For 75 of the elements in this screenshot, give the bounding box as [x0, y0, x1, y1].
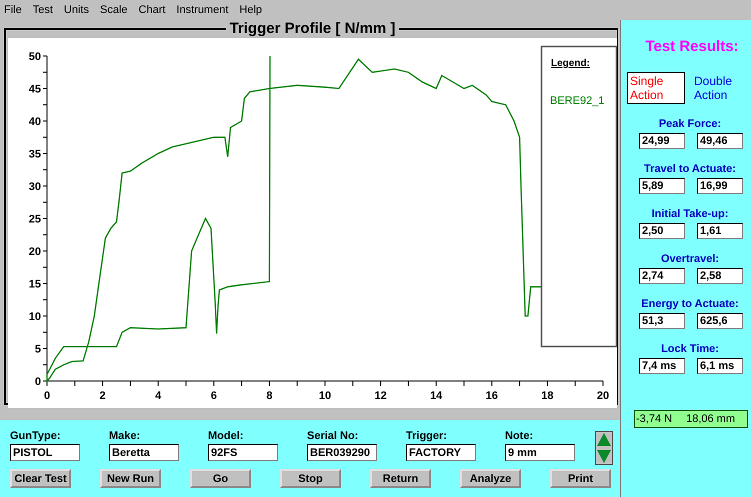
result-label: Initial Take-up: — [652, 208, 728, 220]
tick-label: 5 — [34, 344, 41, 356]
result-value: 2,58 — [697, 268, 743, 284]
action-button[interactable]: Stop — [280, 469, 341, 488]
legend-entry: BERE92_1 — [550, 95, 604, 107]
field-label: Serial No: — [307, 430, 360, 442]
result-value: 49,46 — [697, 133, 743, 149]
tick-label: 6 — [210, 390, 217, 402]
menu-item[interactable]: Units — [64, 4, 89, 16]
tick-label: 10 — [28, 311, 41, 323]
result-value: 51,3 — [639, 313, 685, 329]
action-button[interactable]: Clear Test — [10, 469, 71, 488]
action-option[interactable]: Double Action — [691, 72, 749, 104]
tick-label: 30 — [28, 181, 41, 193]
tick-label: 16 — [486, 390, 498, 402]
tick-label: 10 — [318, 390, 332, 402]
tick-label: 4 — [155, 390, 162, 402]
action-button[interactable]: New Run — [100, 469, 161, 488]
tick-label: 18 — [541, 390, 554, 402]
menu-item[interactable]: Instrument — [176, 4, 228, 16]
tick-label: 12 — [374, 390, 387, 402]
menu-item[interactable]: Chart — [138, 4, 166, 16]
result-value: 2,74 — [639, 268, 685, 284]
tick-label: 40 — [28, 116, 41, 128]
text-field[interactable]: PISTOL — [10, 444, 80, 461]
menu-item[interactable]: File — [4, 4, 22, 16]
menu-item[interactable]: Help — [239, 4, 262, 16]
field-label: Make: — [109, 430, 142, 442]
text-field[interactable]: Beretta — [109, 444, 179, 461]
tick-label: 45 — [28, 84, 41, 96]
action-option[interactable]: Single Action — [627, 72, 685, 104]
results-title: Test Results: — [645, 38, 739, 55]
action-button[interactable]: Go — [190, 469, 251, 488]
result-value: 1,61 — [697, 223, 743, 239]
field-label: Model: — [208, 430, 244, 442]
tick-label: 0 — [34, 376, 41, 388]
text-field[interactable]: BER039290 — [307, 444, 377, 461]
travel-reading: 18,06 mm — [686, 413, 735, 425]
result-label: Overtravel: — [660, 253, 720, 265]
result-label: Lock Time: — [661, 343, 719, 355]
tick-label: 15 — [28, 278, 41, 290]
result-value: 625,6 — [697, 313, 743, 329]
result-value: 2,50 — [639, 223, 685, 239]
tick-label: 0 — [44, 390, 50, 402]
tick-label: 35 — [28, 148, 41, 160]
tick-label: 8 — [266, 390, 272, 402]
text-field[interactable]: FACTORY — [406, 444, 476, 461]
field-label: GunType: — [10, 430, 62, 442]
menu-item[interactable]: Scale — [100, 4, 128, 16]
action-button[interactable]: Analyze — [460, 469, 521, 488]
result-value: 6,1 ms — [697, 358, 743, 374]
force-reading: -3,74 N — [636, 413, 672, 425]
result-value: 16,99 — [697, 178, 743, 194]
action-button[interactable]: Print — [550, 469, 611, 488]
field-label: Trigger: — [406, 430, 448, 442]
result-label: Peak Force: — [658, 118, 722, 130]
result-label: Travel to Actuate: — [644, 163, 736, 175]
result-value: 5,89 — [639, 178, 685, 194]
result-value: 24,99 — [639, 133, 685, 149]
text-field[interactable]: 9 mm — [505, 444, 575, 461]
tick-label: 50 — [28, 51, 41, 63]
field-label: Note: — [505, 430, 534, 442]
menu-item[interactable]: Test — [32, 4, 53, 16]
tick-label: 14 — [430, 390, 442, 402]
tick-label: 2 — [100, 390, 106, 402]
legend-title: Legend: — [551, 58, 590, 69]
up-down-arrows-icon[interactable] — [595, 431, 613, 465]
tick-label: 20 — [596, 390, 610, 402]
result-label: Energy to Actuate: — [641, 298, 739, 310]
action-button[interactable]: Return — [370, 469, 431, 488]
text-field[interactable]: 92FS — [208, 444, 278, 461]
chart-title: Trigger Profile [ N/mm ] — [228, 22, 396, 36]
result-value: 7,4 ms — [639, 358, 685, 374]
tick-label: 25 — [28, 214, 41, 226]
tick-label: 20 — [28, 246, 41, 258]
